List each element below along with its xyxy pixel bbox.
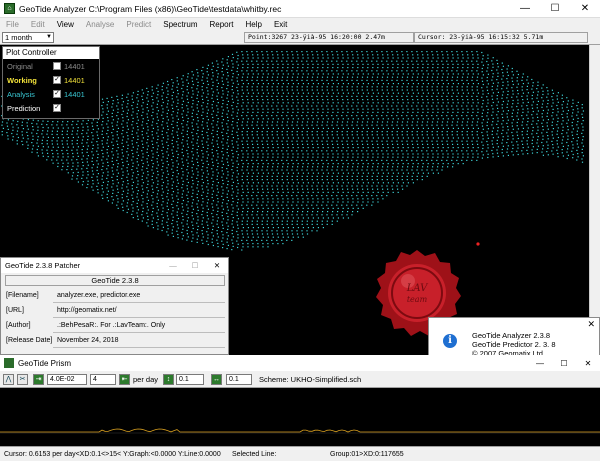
menu-edit[interactable]: Edit <box>25 20 51 29</box>
plot-series-row: Analysis ✓ 14401 <box>3 87 99 101</box>
menu-bar: File Edit View Analyse Predict Spectrum … <box>0 18 600 31</box>
patcher-key: [Author] <box>6 322 31 329</box>
series-count: 14401 <box>64 89 85 99</box>
freq-from-input[interactable]: 4.0E-02 <box>47 374 87 385</box>
unit-label: per day <box>133 375 159 384</box>
plot-controller-panel: Plot Controller Original 14401 Working ✓ 144… <box>2 46 100 119</box>
patcher-value: .:BehPesaR:. For .:LavTeam:. Only <box>53 320 225 333</box>
app-icon: ⌂ <box>4 3 15 14</box>
patcher-value: November 24, 2018 <box>53 335 225 348</box>
minimize-button[interactable]: — <box>510 0 540 18</box>
series-checkbox[interactable]: ✓ <box>53 104 61 112</box>
spectrum-plot[interactable] <box>0 388 600 446</box>
patcher-window: GeoTide 2.3.8 Patcher — ☐ ✕ GeoTide 2.3.… <box>0 257 229 355</box>
prism-window: GeoTide Prism — ☐ ✕ ⋀ ✂ ⇥ 4.0E-02 to 4 ⇤… <box>0 355 600 446</box>
patcher-info-row: [Author] .:BehPesaR:. For .:LavTeam:. Onl… <box>5 320 225 333</box>
title-bar: ⌂ GeoTide Analyzer C:\Program Files (x86… <box>0 0 600 18</box>
range-start-icon[interactable]: ⇥ <box>33 374 44 385</box>
prism-close-button[interactable]: ✕ <box>576 359 600 368</box>
step2-input[interactable]: 0.1 <box>226 374 252 385</box>
prism-maximize-button[interactable]: ☐ <box>552 359 576 368</box>
about-line-2: GeoTide Predictor 2. 3. 8 <box>472 340 556 349</box>
series-checkbox[interactable] <box>53 62 61 70</box>
point-readout: Point:3267 23-ÿià-95 16:20:00 2.47m <box>244 32 414 43</box>
prism-app-icon <box>4 358 14 368</box>
menu-file[interactable]: File <box>0 20 25 29</box>
menu-spectrum[interactable]: Spectrum <box>157 20 203 29</box>
patcher-key: [Filename] <box>6 292 39 299</box>
plot-controller-title: Plot Controller <box>3 47 99 59</box>
patcher-key: [Release Date] <box>6 337 53 344</box>
plot-series-row: Original 14401 <box>3 59 99 73</box>
patcher-info-row: [Release Date] November 24, 2018 <box>5 335 225 348</box>
patcher-title-bar: GeoTide 2.3.8 Patcher — ☐ ✕ <box>1 258 228 273</box>
menu-analyse[interactable]: Analyse <box>80 20 120 29</box>
prism-minimize-button[interactable]: — <box>528 359 552 368</box>
about-text: GeoTide Analyzer 2.3.8 GeoTide Predictor… <box>472 331 556 358</box>
about-close-button[interactable]: ✕ <box>587 319 595 330</box>
series-label: Prediction <box>7 103 41 113</box>
patcher-version: GeoTide 2.3.8 <box>5 275 225 286</box>
series-checkbox[interactable]: ✓ <box>53 76 61 84</box>
vertical-scale-icon[interactable]: ↕ <box>163 374 174 385</box>
prism-title-bar: GeoTide Prism — ☐ ✕ <box>0 355 600 371</box>
plot-scrollbar[interactable] <box>589 45 600 355</box>
status-selected-line: Selected Line: <box>232 451 277 458</box>
patcher-info-row: [URL] http://geomatix.net/ <box>5 305 225 318</box>
seal-text: LAV <box>406 283 429 294</box>
menu-exit[interactable]: Exit <box>268 20 293 29</box>
status-cursor: Cursor: 0.6153 per day<XD:0.1<>15< Y:Gra… <box>4 451 221 458</box>
patcher-key: [URL] <box>6 307 24 314</box>
step1-input[interactable]: 0.1 <box>176 374 204 385</box>
toolbar: 1 month ▼ Point:3267 23-ÿià-95 16:20:00 … <box>0 31 600 45</box>
status-bar: Cursor: 0.6153 per day<XD:0.1<>15< Y:Gra… <box>0 446 600 461</box>
range-select-value: 1 month <box>5 33 33 42</box>
scheme-label: Scheme: UKHO-Simplified.sch <box>259 375 362 384</box>
patcher-value: analyzer.exe, predictor.exe <box>53 290 225 303</box>
menu-report[interactable]: Report <box>204 20 240 29</box>
range-end-icon[interactable]: ⇤ <box>119 374 130 385</box>
window-title: GeoTide Analyzer C:\Program Files (x86)\… <box>19 3 282 14</box>
menu-help[interactable]: Help <box>240 20 268 29</box>
prism-toolbar: ⋀ ✂ ⇥ 4.0E-02 to 4 ⇤ per day ↕ 0.1 ↔ 0.1… <box>0 371 600 388</box>
patcher-close-button[interactable]: ✕ <box>206 261 228 270</box>
about-line-1: GeoTide Analyzer 2.3.8 <box>472 331 551 340</box>
maximize-button[interactable]: ☐ <box>540 0 570 18</box>
spectrum-line <box>0 428 600 433</box>
patcher-title: GeoTide 2.3.8 Patcher <box>5 261 81 270</box>
series-label: Working <box>7 75 37 85</box>
menu-predict[interactable]: Predict <box>120 20 157 29</box>
series-checkbox[interactable]: ✓ <box>53 90 61 98</box>
series-count: 14401 <box>64 61 85 71</box>
range-select[interactable]: 1 month ▼ <box>2 32 54 43</box>
patcher-value: http://geomatix.net/ <box>53 305 225 318</box>
patcher-info-row: [Filename] analyzer.exe, predictor.exe <box>5 290 225 303</box>
cursor-marker <box>476 242 480 246</box>
prism-title: GeoTide Prism <box>18 358 72 368</box>
horizontal-scale-icon[interactable]: ↔ <box>211 374 222 385</box>
svg-text:team: team <box>407 295 428 304</box>
plot-series-row: Working ✓ 14401 <box>3 73 99 87</box>
freq-to-input[interactable]: 4 <box>90 374 116 385</box>
chevron-down-icon[interactable]: ▼ <box>46 33 52 42</box>
patcher-minimize-button[interactable]: — <box>162 261 184 270</box>
info-icon: i <box>443 334 457 348</box>
patcher-maximize-button[interactable]: ☐ <box>184 261 206 270</box>
series-count: 14401 <box>64 75 85 85</box>
plot-series-row: Prediction ✓ <box>3 101 99 115</box>
close-button[interactable]: ✕ <box>570 0 600 18</box>
series-label: Original <box>7 61 33 71</box>
series-label: Analysis <box>7 89 35 99</box>
plot-icon[interactable]: ⋀ <box>3 374 14 385</box>
cursor-readout: Cursor: 23-ÿià-95 16:15:32 5.71m <box>414 32 588 43</box>
tools-icon[interactable]: ✂ <box>17 374 28 385</box>
menu-view[interactable]: View <box>51 20 80 29</box>
status-group: Group:01>XD:0:117655 <box>330 451 404 458</box>
